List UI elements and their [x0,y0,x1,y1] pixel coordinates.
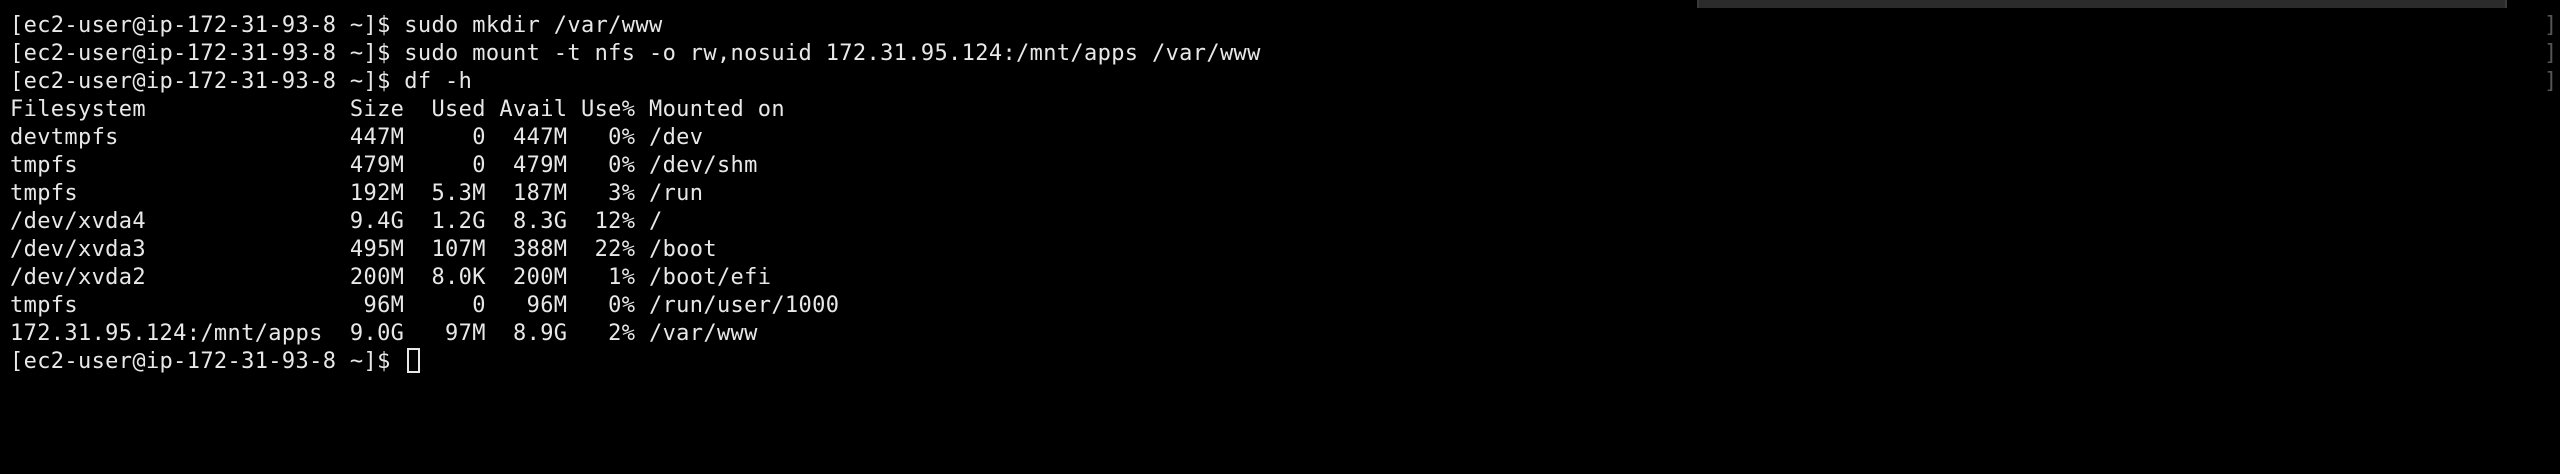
df-row: /dev/xvda2 200M 8.0K 200M 1% /boot/efi [10,265,772,290]
active-tab-strip[interactable] [1699,0,2505,8]
line-marker: ] [2544,13,2558,38]
df-row: 172.31.95.124:/mnt/apps 9.0G 97M 8.9G 2%… [10,321,758,346]
df-row: tmpfs 192M 5.3M 187M 3% /run [10,181,704,206]
df-row: tmpfs 96M 0 96M 0% /run/user/1000 [10,293,840,318]
tab-bar [0,0,2560,8]
terminal-window[interactable]: [ec2-user@ip-172-31-93-8 ~]$ sudo mkdir … [0,0,2560,474]
command-line-mount: [ec2-user@ip-172-31-93-8 ~]$ sudo mount … [10,41,1261,66]
line-marker: ] [2544,41,2558,66]
terminal-output: [ec2-user@ip-172-31-93-8 ~]$ sudo mkdir … [10,12,2560,376]
text-cursor[interactable] [407,348,421,373]
df-row: /dev/xvda3 495M 107M 388M 22% /boot [10,237,717,262]
df-row: tmpfs 479M 0 479M 0% /dev/shm [10,153,758,178]
df-header-row: Filesystem Size Used Avail Use% Mounted … [10,97,785,122]
shell-prompt: [ec2-user@ip-172-31-93-8 ~]$ [10,349,405,374]
command-line-mkdir: [ec2-user@ip-172-31-93-8 ~]$ sudo mkdir … [10,13,663,38]
line-marker: ] [2544,69,2558,94]
tab-divider [2505,0,2507,8]
df-row: devtmpfs 447M 0 447M 0% /dev [10,125,704,150]
command-line-df: [ec2-user@ip-172-31-93-8 ~]$ df -h [10,69,473,94]
active-prompt-line[interactable]: [ec2-user@ip-172-31-93-8 ~]$ [10,348,2560,376]
df-row: /dev/xvda4 9.4G 1.2G 8.3G 12% / [10,209,663,234]
